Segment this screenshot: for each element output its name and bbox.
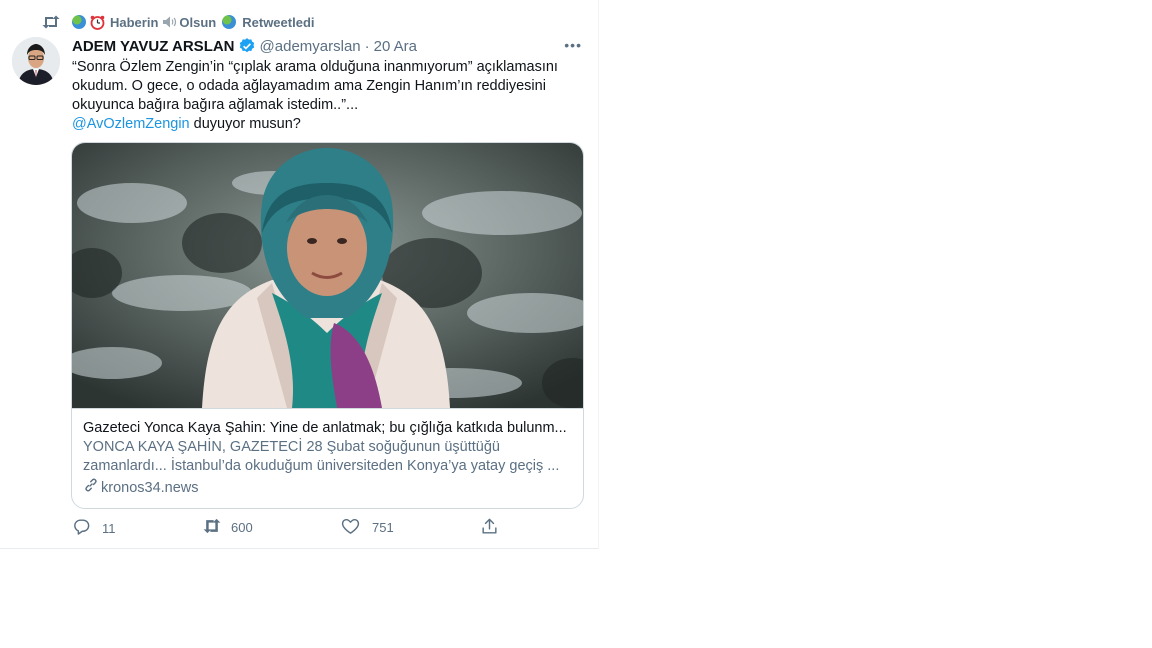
retweet-icon	[41, 14, 61, 30]
globe-icon	[222, 15, 237, 29]
retweeter-name-part1: Haberin	[110, 14, 159, 30]
alarm-clock-icon	[90, 15, 105, 30]
card-description-line: YONCA KAYA ŞAHİN, GAZETECİ 28 Şubat soğu…	[83, 439, 500, 455]
reply-icon	[72, 517, 91, 539]
author-handle[interactable]: @ademyarslan	[260, 38, 361, 55]
tweet-date[interactable]: 20 Ara	[374, 38, 417, 55]
tweet[interactable]: Haberin Olsun Retweetledi ADEM YAVUZ ARS…	[0, 0, 599, 549]
retweeted-label: Retweetledi	[242, 14, 315, 30]
author-name[interactable]: ADEM YAVUZ ARSLAN	[72, 38, 235, 55]
mention-link[interactable]: @AvOzlemZengin	[72, 116, 190, 132]
tweet-text-line: okudum. O gece, o odada ağlayamadım ama …	[72, 78, 546, 94]
retweeter-name-part2: Olsun	[179, 14, 217, 30]
retweet-count: 600	[231, 520, 253, 535]
card-title: Gazeteci Yonca Kaya Şahin: Yine de anlat…	[83, 420, 567, 436]
link-icon	[83, 477, 101, 499]
card-image[interactable]	[72, 143, 583, 409]
share-icon	[480, 517, 499, 539]
retweet-icon	[202, 517, 222, 538]
heart-icon	[341, 517, 360, 538]
action-bar: 11 600 751	[72, 517, 512, 539]
tweet-text-line: “Sonra Özlem Zengin’in “çıplak arama old…	[72, 59, 558, 75]
card-description-line: zamanlardı... İstanbul’da okuduğum ünive…	[83, 458, 560, 474]
speaker-icon	[162, 15, 178, 29]
reply-count: 11	[102, 520, 116, 536]
verified-badge-icon	[238, 37, 256, 55]
card-body: Gazeteci Yonca Kaya Şahin: Yine de anlat…	[83, 419, 572, 499]
avatar[interactable]	[12, 37, 60, 85]
like-button[interactable]: 751	[341, 517, 394, 538]
link-card[interactable]: Gazeteci Yonca Kaya Şahin: Yine de anlat…	[71, 142, 584, 509]
tweet-header: ADEM YAVUZ ARSLAN @ademyarslan · 20 Ara …	[72, 37, 584, 55]
retweet-button[interactable]: 600	[202, 517, 253, 538]
tweet-text: “Sonra Özlem Zengin’in “çıplak arama old…	[72, 58, 582, 134]
tweet-text-line: @AvOzlemZengin duyuyor musun?	[72, 115, 582, 134]
globe-icon	[72, 15, 86, 29]
share-button[interactable]	[480, 517, 499, 539]
more-icon[interactable]: •••	[564, 37, 582, 53]
card-domain: kronos34.news	[83, 477, 572, 499]
retweet-context[interactable]: Haberin Olsun Retweetledi	[41, 12, 315, 32]
like-count: 751	[372, 520, 394, 535]
reply-button[interactable]: 11	[72, 517, 116, 539]
tweet-text-tail: duyuyor musun?	[189, 116, 301, 132]
tweet-text-line: okuyunca bağıra bağıra ağlamak istedim..…	[72, 97, 359, 113]
separator-dot: ·	[364, 37, 370, 55]
card-domain-text: kronos34.news	[101, 479, 199, 496]
